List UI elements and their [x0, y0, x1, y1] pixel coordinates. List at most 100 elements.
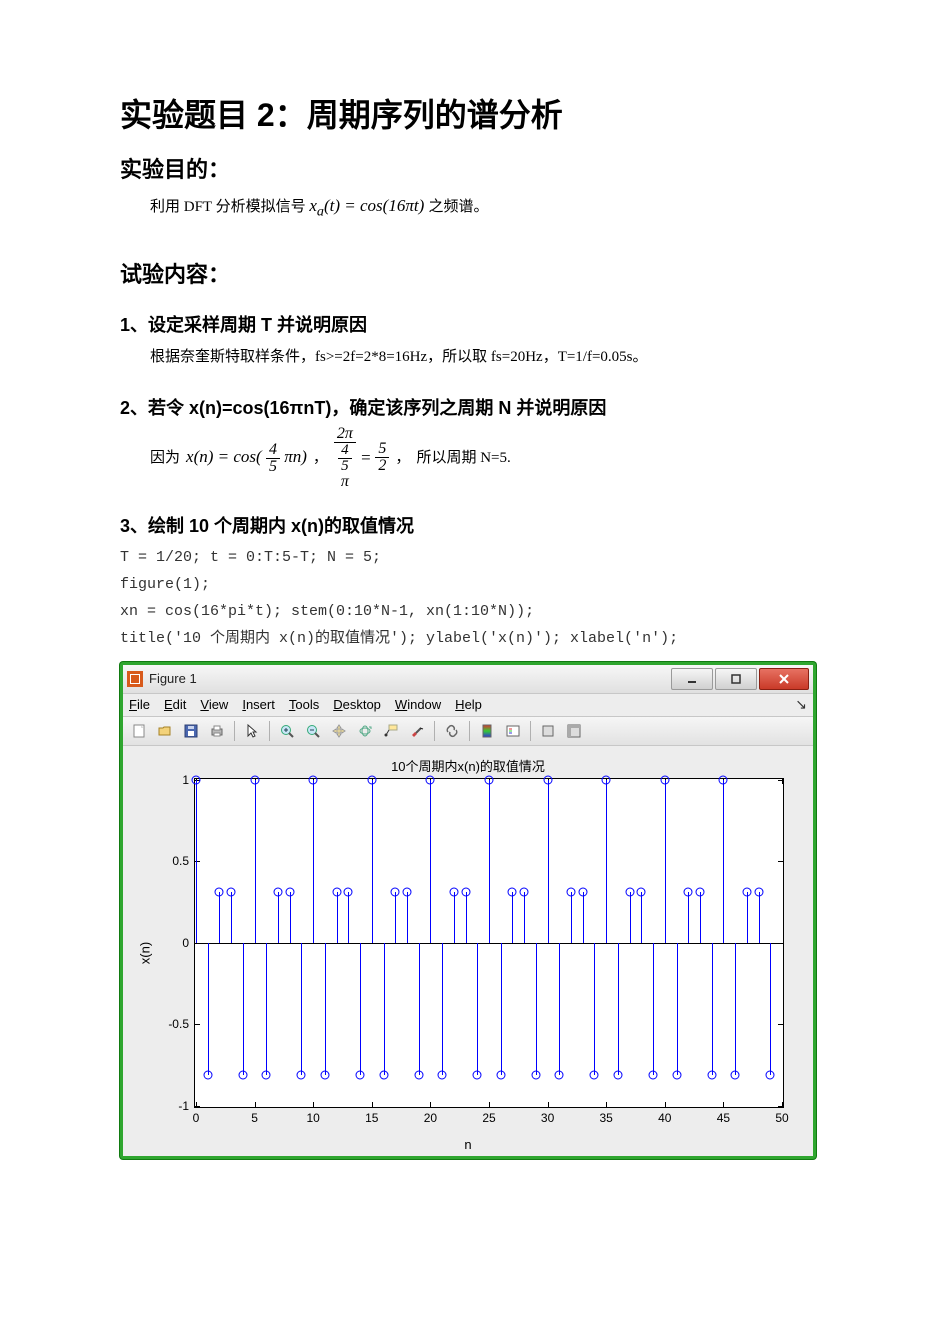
menu-edit[interactable]: Edit [164, 697, 186, 712]
dock-icon[interactable]: ↘ [795, 696, 807, 713]
section-content-heading: 试验内容： [120, 257, 825, 289]
item2-eq1: x(n) = cos( 45 πn) [186, 441, 307, 475]
toolbar [123, 717, 813, 746]
marker [250, 775, 259, 784]
minimize-button[interactable] [671, 668, 713, 690]
marker [707, 1070, 716, 1079]
marker [613, 1070, 622, 1079]
marker [426, 775, 435, 784]
ytick-label: 0 [182, 936, 195, 950]
stem [677, 943, 678, 1075]
marker [531, 1070, 540, 1079]
menu-view[interactable]: View [200, 697, 228, 712]
colorbar-icon[interactable] [475, 719, 499, 743]
stem [278, 892, 279, 942]
rotate-icon[interactable] [353, 719, 377, 743]
maximize-button[interactable] [715, 668, 757, 690]
close-button[interactable] [759, 668, 809, 690]
purpose-text: 利用 DFT 分析模拟信号 xa(t) = cos(16πt) 之频谱。 [120, 190, 825, 225]
legend-icon[interactable] [501, 719, 525, 743]
xtick-label: 15 [365, 1107, 378, 1125]
stem [477, 943, 478, 1075]
stem [395, 892, 396, 942]
menu-insert[interactable]: Insert [242, 697, 275, 712]
stem [266, 943, 267, 1075]
menu-help[interactable]: Help [455, 697, 482, 712]
item2-eq2: 2π 4 5 π = 52 [334, 426, 390, 490]
stem [325, 943, 326, 1075]
marker [238, 1070, 247, 1079]
menu-desktop[interactable]: Desktop [333, 697, 381, 712]
open-icon[interactable] [153, 719, 177, 743]
axes[interactable]: -1-0.500.5105101520253035404550 [194, 778, 784, 1108]
marker [590, 1070, 599, 1079]
titlebar[interactable]: Figure 1 [123, 665, 813, 694]
show-tools-icon[interactable] [562, 719, 586, 743]
menu-file[interactable]: File [129, 697, 150, 712]
marker [367, 775, 376, 784]
stem [770, 943, 771, 1075]
purpose-prefix: 利用 DFT 分析模拟信号 [150, 199, 306, 215]
xlabel: n [136, 1137, 800, 1152]
marker [215, 888, 224, 897]
brush-icon[interactable] [405, 719, 429, 743]
marker [520, 888, 529, 897]
marker [356, 1070, 365, 1079]
marker [203, 1070, 212, 1079]
link-icon[interactable] [440, 719, 464, 743]
stem [688, 892, 689, 942]
zoom-in-icon[interactable] [275, 719, 299, 743]
marker [731, 1070, 740, 1079]
purpose-suffix: 之频谱。 [429, 199, 489, 215]
marker [637, 888, 646, 897]
stem [430, 780, 431, 943]
marker [379, 1070, 388, 1079]
code-line-1: figure(1); [120, 571, 825, 598]
print-icon[interactable] [205, 719, 229, 743]
xtick-label: 10 [307, 1107, 320, 1125]
stem [337, 892, 338, 942]
baseline [195, 943, 783, 944]
stem [489, 780, 490, 943]
marker [649, 1070, 658, 1079]
pan-icon[interactable] [327, 719, 351, 743]
stem [594, 943, 595, 1075]
item2-body: 因为 x(n) = cos( 45 πn) ， 2π 4 5 π = 52 ， … [120, 426, 825, 490]
pointer-icon[interactable] [240, 719, 264, 743]
stem [606, 780, 607, 943]
menu-window[interactable]: Window [395, 697, 441, 712]
data-cursor-icon[interactable] [379, 719, 403, 743]
marker [543, 775, 552, 784]
item1-body: 根据奈奎斯特取样条件，fs>=2f=2*8=16Hz，所以取 fs=20Hz，T… [120, 343, 825, 372]
item3-heading: 3、绘制 10 个周期内 x(n)的取值情况 [120, 512, 825, 538]
stem [665, 780, 666, 943]
marker [461, 888, 470, 897]
marker [332, 888, 341, 897]
marker [297, 1070, 306, 1079]
stem [255, 780, 256, 943]
menu-tools[interactable]: Tools [289, 697, 319, 712]
stem [571, 892, 572, 942]
stem [243, 943, 244, 1075]
xtick-label: 40 [658, 1107, 671, 1125]
stem [536, 943, 537, 1075]
zoom-out-icon[interactable] [301, 719, 325, 743]
marker [473, 1070, 482, 1079]
xtick-label: 50 [775, 1107, 788, 1125]
stem [466, 892, 467, 942]
stem [641, 892, 642, 942]
stem [454, 892, 455, 942]
marker [602, 775, 611, 784]
hide-tools-icon[interactable] [536, 719, 560, 743]
item1-heading: 1、设定采样周期 T 并说明原因 [120, 311, 825, 337]
marker [274, 888, 283, 897]
xtick-label: 45 [717, 1107, 730, 1125]
marker [719, 775, 728, 784]
stem [442, 943, 443, 1075]
ytick-label: -0.5 [168, 1017, 195, 1031]
window-title: Figure 1 [149, 671, 197, 686]
xtick-label: 30 [541, 1107, 554, 1125]
new-figure-icon[interactable] [127, 719, 151, 743]
save-icon[interactable] [179, 719, 203, 743]
stem [759, 892, 760, 942]
